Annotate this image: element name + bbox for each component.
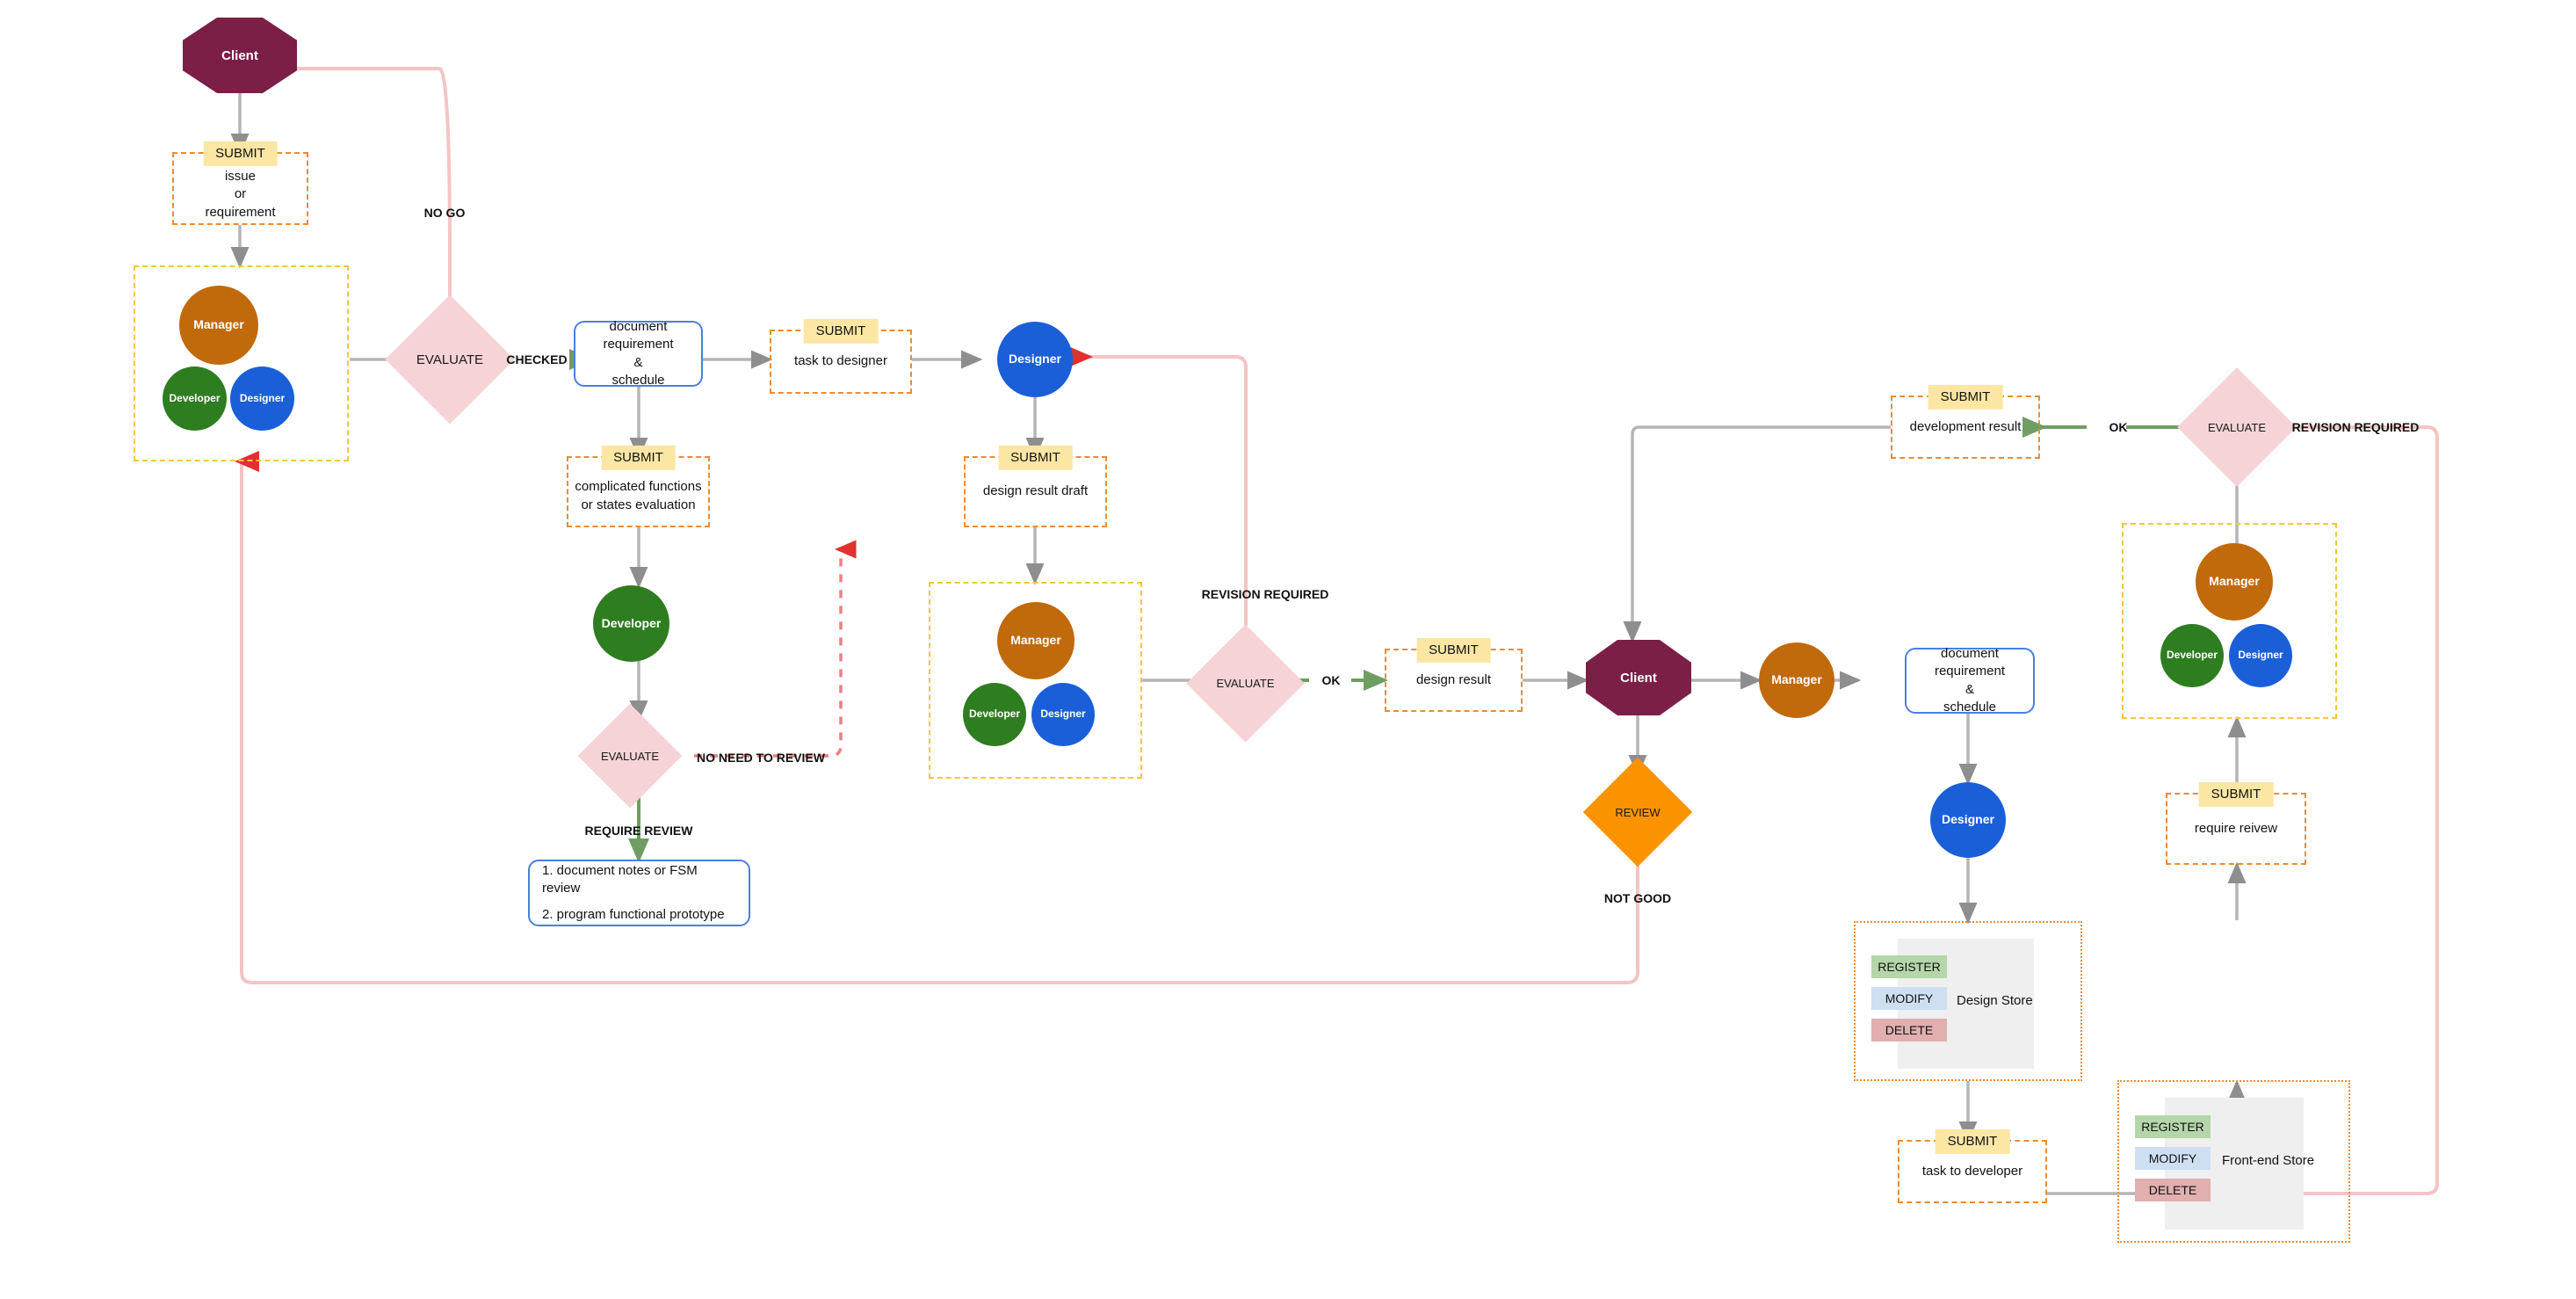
node-label: Developer <box>968 708 1021 721</box>
submit-tag: SUBMIT <box>803 318 879 345</box>
node-label: Developer <box>169 391 221 404</box>
node-designer-3[interactable]: Designer <box>2229 624 2292 687</box>
evaluate-diamond-3[interactable]: EVALUATE <box>1186 624 1305 743</box>
frontend-store-delete-op[interactable]: DELETE <box>2135 1179 2211 1201</box>
frontend-store-modify-op[interactable]: MODIFY <box>2135 1147 2211 1170</box>
diamond-label: EVALUATE <box>601 749 659 763</box>
submit-design-result-box[interactable]: SUBMIT design result <box>1385 637 1523 712</box>
submit-design-draft-text: design result draft <box>982 483 1089 499</box>
submit-design-result-draft-box[interactable]: SUBMIT design result draft <box>964 445 1107 527</box>
node-client-top[interactable]: Client <box>183 18 297 93</box>
design-store-register-op[interactable]: REGISTER <box>1871 955 1947 978</box>
submit-tag: SUBMIT <box>601 445 676 471</box>
review-output-line-1: 1. document notes or FSM review <box>542 863 698 896</box>
node-developer-left[interactable]: Developer <box>593 585 669 662</box>
edge-label-no-need-to-review: NO NEED TO REVIEW <box>697 751 825 765</box>
node-manager-1[interactable]: Manager <box>179 286 258 365</box>
node-manager-3[interactable]: Manager <box>2196 543 2273 620</box>
node-developer-3[interactable]: Developer <box>2160 624 2224 687</box>
op-label: REGISTER <box>2141 1120 2204 1134</box>
node-label: Designer <box>1942 812 1994 827</box>
submit-task-to-developer-box[interactable]: SUBMIT task to developer <box>1898 1128 2047 1203</box>
edge-label-ok-design: OK <box>1321 673 1341 687</box>
document-requirement-schedule-box-2[interactable]: document requirement & schedule <box>1905 646 2035 715</box>
node-label: Manager <box>1771 672 1822 687</box>
node-label: Manager <box>1010 633 1061 648</box>
node-developer-2[interactable]: Developer <box>963 683 1026 746</box>
doc-req-text: document requirement & schedule <box>603 319 674 388</box>
node-label: Developer <box>601 615 662 630</box>
node-label: Manager <box>193 317 244 332</box>
submit-task-to-designer-box[interactable]: SUBMIT task to designer <box>770 318 912 394</box>
op-label: DELETE <box>1885 1023 1934 1037</box>
design-store-group: REGISTER MODIFY DELETE Design Store <box>1854 921 2082 1081</box>
evaluate-diamond-4[interactable]: EVALUATE <box>2177 367 2297 487</box>
op-label: MODIFY <box>2148 1151 2197 1165</box>
node-designer-right[interactable]: Designer <box>1930 782 2006 858</box>
node-label: Client <box>221 47 258 63</box>
node-label: Client <box>1620 670 1657 686</box>
workflow-diagram: Client SUBMIT issue or requirement Manag… <box>0 0 2576 1299</box>
submit-development-result-box[interactable]: SUBMIT development result <box>1891 384 2040 459</box>
edge-label-not-good: NOT GOOD <box>1603 891 1672 905</box>
submit-design-result-text: design result <box>1415 671 1492 687</box>
op-label: REGISTER <box>1878 960 1941 974</box>
submit-require-review-text: require reivew <box>2194 820 2278 836</box>
node-label: Developer <box>2166 649 2218 662</box>
edge-label-no-go: NO GO <box>423 206 466 220</box>
design-store-name: Design Store <box>1957 993 2033 1008</box>
review-output-line-2: 2. program functional prototype <box>542 906 725 922</box>
submit-complicated-functions-box[interactable]: SUBMIT complicated functions or states e… <box>567 445 710 527</box>
document-requirement-schedule-box-1[interactable]: document requirement & schedule <box>574 319 703 388</box>
edge-label-require-review: REQUIRE REVIEW <box>584 824 693 838</box>
submit-require-review-box[interactable]: SUBMIT require reivew <box>2166 781 2306 865</box>
submit-tag: SUBMIT <box>2198 781 2274 808</box>
node-developer-1[interactable]: Developer <box>163 366 227 431</box>
diamond-label: EVALUATE <box>1216 677 1275 690</box>
node-manager-mid[interactable]: Manager <box>1759 642 1834 718</box>
doc-req-text: document requirement & schedule <box>1934 646 2006 715</box>
diamond-label: REVIEW <box>1615 805 1661 819</box>
design-store-delete-op[interactable]: DELETE <box>1871 1019 1947 1041</box>
frontend-store-name: Front-end Store <box>2222 1153 2315 1168</box>
diamond-label: EVALUATE <box>416 352 484 367</box>
frontend-store-register-op[interactable]: REGISTER <box>2135 1115 2211 1138</box>
edge-label-revision-required-design: REVISION REQUIRED <box>1201 587 1329 601</box>
submit-tag: SUBMIT <box>203 141 278 167</box>
submit-complicated-text: complicated functions or states evaluati… <box>575 479 702 512</box>
review-diamond[interactable]: REVIEW <box>1582 757 1693 867</box>
node-label: Manager <box>2209 574 2260 589</box>
diamond-label: EVALUATE <box>2208 420 2266 434</box>
evaluate-diamond-2[interactable]: EVALUATE <box>577 703 683 809</box>
submit-issue-requirement-box[interactable]: SUBMIT issue or requirement <box>172 141 308 225</box>
submit-tag: SUBMIT <box>1416 637 1491 664</box>
design-store-modify-op[interactable]: MODIFY <box>1871 987 1947 1010</box>
node-client-mid[interactable]: Client <box>1586 640 1691 715</box>
node-label: Designer <box>1040 708 1086 721</box>
submit-task-designer-text: task to designer <box>794 353 887 369</box>
node-label: Designer <box>239 391 286 404</box>
review-output-box[interactable]: 1. document notes or FSM review 2. progr… <box>528 860 750 926</box>
node-designer-1[interactable]: Designer <box>230 366 294 431</box>
edge-label-checked: CHECKED <box>506 352 568 366</box>
evaluate-diamond-1[interactable]: EVALUATE <box>385 294 515 425</box>
submit-tag: SUBMIT <box>998 445 1073 471</box>
submit-tag: SUBMIT <box>1935 1128 2010 1155</box>
node-manager-2[interactable]: Manager <box>997 602 1075 679</box>
submit-task-developer-text: task to developer <box>1921 1163 2023 1179</box>
submit-development-result-text: development result <box>1909 418 2022 434</box>
node-label: Designer <box>1009 352 1061 366</box>
node-label: Designer <box>2238 649 2283 662</box>
node-designer-2[interactable]: Designer <box>1031 683 1095 746</box>
op-label: MODIFY <box>1885 991 1934 1005</box>
op-label: DELETE <box>2148 1183 2197 1197</box>
edge-label-revision-required-dev: REVISION REQUIRED <box>2291 420 2420 434</box>
node-designer-mid[interactable]: Designer <box>997 322 1073 397</box>
edge-label-ok-development: OK <box>2109 420 2128 434</box>
frontend-store-group: REGISTER MODIFY DELETE Front-end Store <box>2117 1080 2350 1243</box>
submit-tag: SUBMIT <box>1928 384 2003 410</box>
